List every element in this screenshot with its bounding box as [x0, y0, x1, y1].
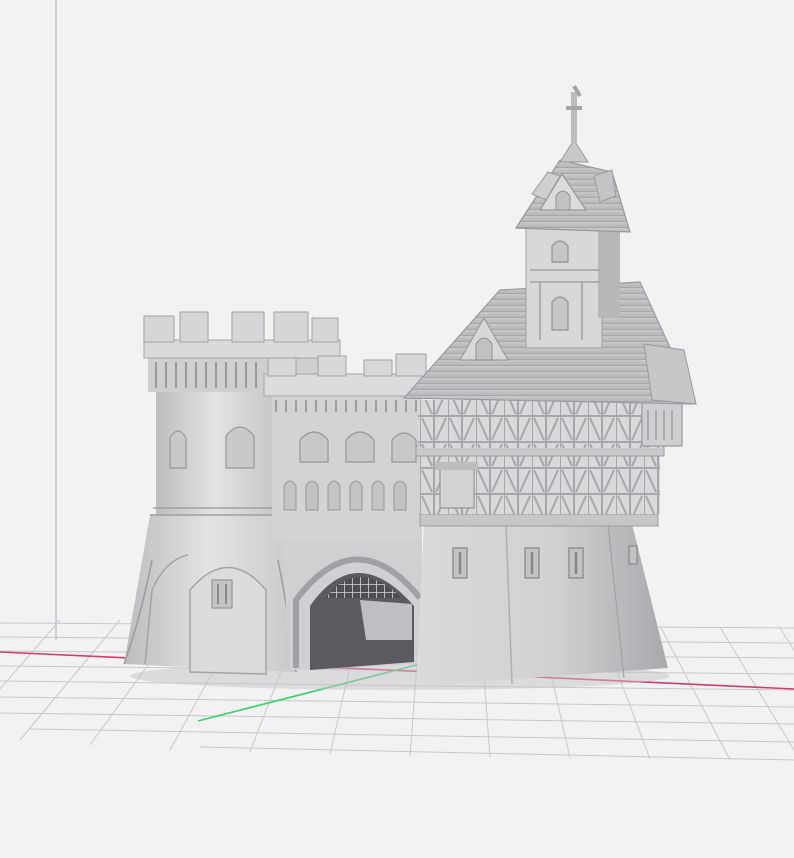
spire-finial — [571, 92, 577, 142]
tower-window — [211, 579, 233, 609]
3d-viewport[interactable] — [0, 0, 794, 858]
gate-window — [345, 431, 375, 463]
tower-window — [225, 426, 255, 469]
tower-window — [169, 430, 187, 469]
viewport-canvas[interactable] — [0, 0, 794, 858]
gate-window — [299, 431, 329, 463]
gate-wall — [263, 353, 427, 670]
gate-window — [391, 432, 417, 463]
